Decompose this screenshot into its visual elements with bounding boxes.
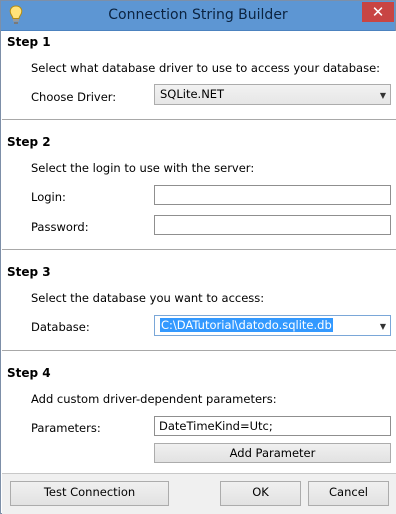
step2-heading: Step 2 — [7, 135, 51, 149]
ok-button[interactable]: OK — [220, 481, 301, 506]
step4-description: Add custom driver-dependent parameters: — [31, 392, 277, 406]
step2-description: Select the login to use with the server: — [31, 161, 255, 175]
step4-heading: Step 4 — [7, 366, 51, 380]
add-parameter-button[interactable]: Add Parameter — [154, 443, 391, 463]
step3-heading: Step 3 — [7, 265, 51, 279]
database-label: Database: — [31, 320, 90, 334]
step1-description: Select what database driver to use to ac… — [31, 61, 381, 75]
password-label: Password: — [31, 220, 89, 234]
parameters-label: Parameters: — [31, 421, 101, 435]
login-input[interactable] — [154, 185, 391, 205]
cancel-button[interactable]: Cancel — [308, 481, 389, 506]
step1-section: Step 1 Select what database driver to us… — [2, 31, 396, 120]
connection-string-builder-window: Connection String Builder ✕ Step 1 Selec… — [0, 0, 396, 514]
close-button[interactable]: ✕ — [362, 2, 394, 22]
password-input[interactable] — [154, 215, 391, 235]
window-title: Connection String Builder — [108, 7, 288, 23]
driver-label: Choose Driver: — [31, 90, 117, 104]
database-combobox[interactable]: C:\DATutorial\datodo.sqlite.db ▼ — [154, 315, 391, 336]
driver-dropdown[interactable]: SQLite.NET ▼ — [154, 84, 391, 105]
driver-value: SQLite.NET — [160, 87, 225, 101]
footer: Test Connection OK Cancel — [2, 474, 396, 514]
step3-section: Step 3 Select the database you want to a… — [2, 250, 396, 351]
step2-section: Step 2 Select the login to use with the … — [2, 120, 396, 250]
step3-description: Select the database you want to access: — [31, 291, 265, 305]
parameters-input[interactable]: DateTimeKind=Utc; — [154, 416, 391, 436]
chevron-down-icon[interactable]: ▼ — [380, 317, 386, 336]
database-value[interactable]: C:\DATutorial\datodo.sqlite.db — [160, 318, 333, 332]
login-label: Login: — [31, 190, 66, 204]
title-bar: Connection String Builder ✕ — [1, 1, 395, 31]
step4-section: Step 4 Add custom driver-dependent param… — [2, 351, 396, 474]
step1-heading: Step 1 — [7, 35, 51, 49]
chevron-down-icon: ▼ — [379, 91, 386, 100]
test-connection-button[interactable]: Test Connection — [10, 481, 169, 506]
